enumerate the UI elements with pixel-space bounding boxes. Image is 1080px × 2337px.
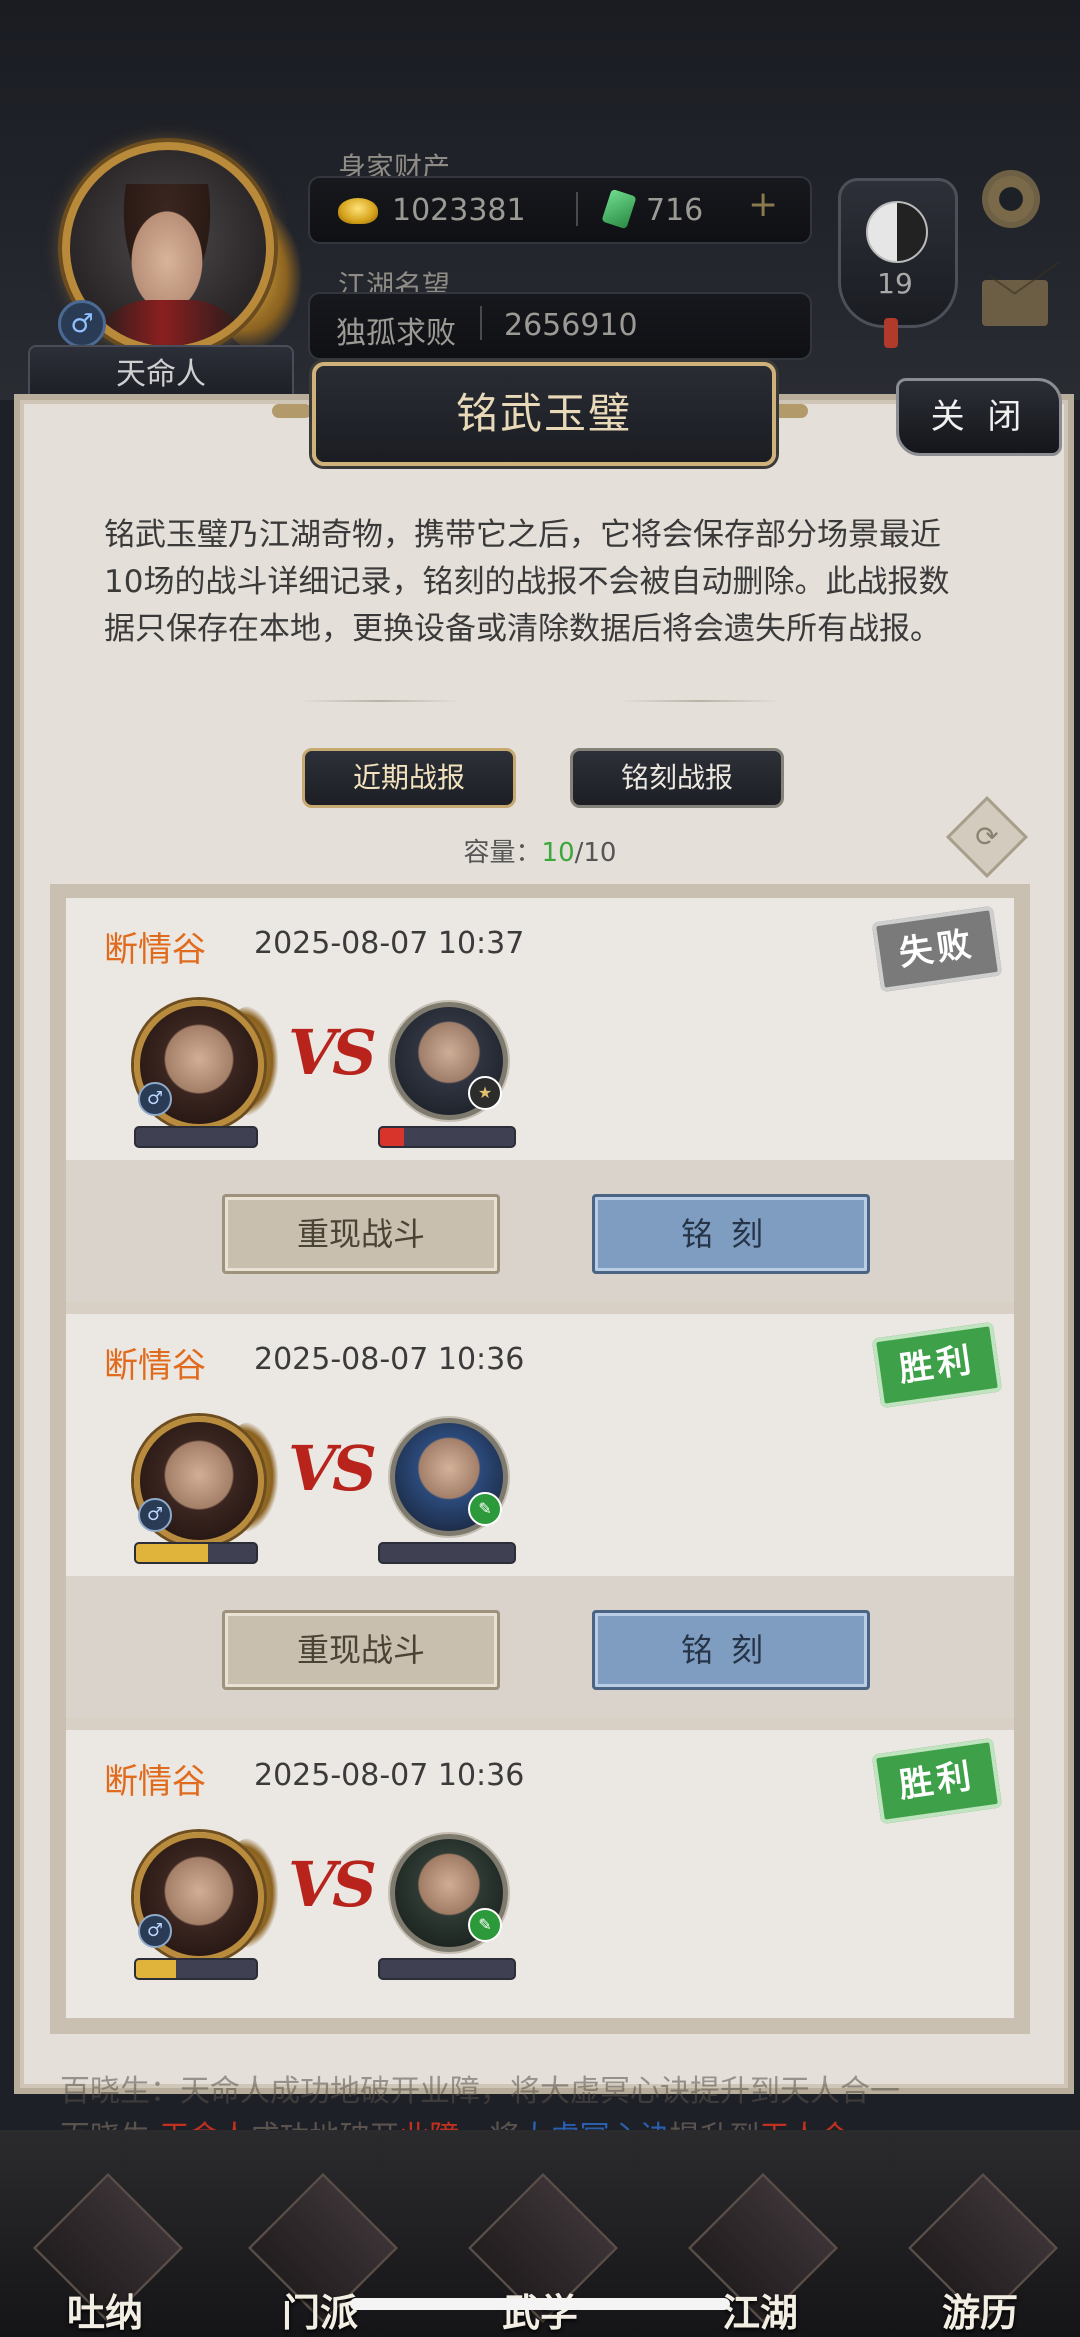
ornament-divider xyxy=(620,700,780,702)
taiji-badge[interactable]: 19 xyxy=(838,178,958,328)
player-hp-bar xyxy=(134,1958,258,1980)
player-hp-bar xyxy=(134,1126,258,1148)
vs-mark: VS xyxy=(288,1016,377,1089)
gear-icon[interactable] xyxy=(982,170,1040,228)
nav-travel[interactable]: 游历 xyxy=(905,2172,1059,2335)
jade-amount: 716 xyxy=(646,193,704,228)
news-feed-line: 百晓生：天命人成功地破开业障，将大虚冥心诀提升到天人合一 xyxy=(60,2074,900,2109)
scene-name: 断情谷 xyxy=(104,1346,206,1386)
vs-mark: VS xyxy=(288,1432,377,1505)
replay-battle-button[interactable]: 重现战斗 xyxy=(222,1194,500,1274)
male-icon: ♂ xyxy=(138,1914,172,1948)
modal-description: 铭武玉璧乃江湖奇物，携带它之后，它将会保存部分场景最近10场的战斗详细记录，铭刻… xyxy=(104,517,950,647)
modal-title: 铭武玉璧 xyxy=(312,362,776,466)
gold-ingot-icon xyxy=(338,198,378,224)
battle-list[interactable]: 断情谷 2025-08-07 10:37 失败 ♂ VS ★ 重现战斗 铭刻 断… xyxy=(50,884,1030,2034)
scene-name: 断情谷 xyxy=(104,930,206,970)
brush-icon: ✎ xyxy=(468,1908,502,1942)
engrave-button[interactable]: 铭刻 xyxy=(592,1194,870,1274)
battle-time: 2025-08-07 10:37 xyxy=(254,926,525,961)
tab-engraved-reports[interactable]: 铭刻战报 xyxy=(570,748,784,808)
enemy-hp-bar xyxy=(378,1126,516,1148)
mail-icon[interactable] xyxy=(982,280,1048,326)
brush-icon: ✎ xyxy=(468,1492,502,1526)
home-indicator[interactable] xyxy=(350,2298,730,2310)
male-icon: ♂ xyxy=(138,1498,172,1532)
vs-mark: VS xyxy=(288,1848,377,1921)
result-stamp: 胜利 xyxy=(871,1737,1003,1825)
rank-icon: ★ xyxy=(468,1076,502,1110)
capacity-label: 容量： xyxy=(463,838,542,868)
result-stamp: 胜利 xyxy=(871,1321,1003,1409)
ornament-divider xyxy=(300,700,460,702)
enemy-hp-bar xyxy=(378,1542,516,1564)
nav-breathing[interactable]: 吐纳 xyxy=(30,2172,184,2335)
battle-time: 2025-08-07 10:36 xyxy=(254,1342,525,1377)
taiji-level: 19 xyxy=(877,267,913,300)
enemy-hp-bar xyxy=(378,1958,516,1980)
gold-amount: 1023381 xyxy=(392,193,526,228)
player-hp-bar xyxy=(134,1542,258,1564)
capacity-current: 10 xyxy=(541,838,575,868)
result-stamp: 失败 xyxy=(871,905,1003,993)
battle-time: 2025-08-07 10:36 xyxy=(254,1758,525,1793)
add-currency-icon[interactable]: + xyxy=(748,184,778,225)
fame-value: 2656910 xyxy=(504,308,638,343)
close-button[interactable]: 关 闭 xyxy=(896,378,1062,456)
capacity-readout: 容量：10/10 xyxy=(400,832,680,869)
replay-battle-button[interactable]: 重现战斗 xyxy=(222,1610,500,1690)
capacity-max: /10 xyxy=(574,838,617,868)
engrave-button[interactable]: 铭刻 xyxy=(592,1610,870,1690)
tassel-decoration xyxy=(884,318,898,348)
player-title[interactable]: 天命人 xyxy=(28,345,294,405)
player-avatar[interactable]: ♂ xyxy=(48,142,308,360)
currency-bar xyxy=(308,176,812,244)
scene-name: 断情谷 xyxy=(104,1762,206,1802)
tab-recent-reports[interactable]: 近期战报 xyxy=(302,748,516,808)
male-icon: ♂ xyxy=(138,1082,172,1116)
male-icon: ♂ xyxy=(58,300,106,348)
fame-title: 独孤求败 xyxy=(336,316,456,351)
taiji-icon xyxy=(866,201,928,263)
